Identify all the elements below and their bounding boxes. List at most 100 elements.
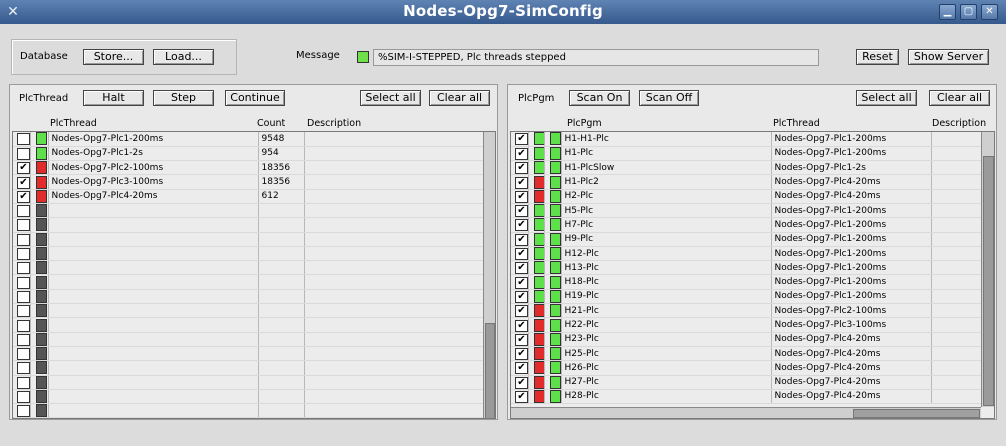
table-row[interactable]: ✔ Nodes-Opg7-Plc2-100ms 18356 bbox=[13, 160, 484, 176]
table-row[interactable] bbox=[13, 317, 484, 333]
row-checkbox[interactable] bbox=[17, 248, 29, 260]
plcpgm-hscroll-thumb[interactable] bbox=[853, 409, 980, 418]
table-row[interactable] bbox=[13, 232, 484, 247]
plcthread-clear-all-button[interactable]: Clear all bbox=[429, 90, 490, 106]
row-checkbox[interactable] bbox=[17, 405, 29, 417]
row-checkbox[interactable] bbox=[17, 305, 29, 317]
load-button[interactable]: Load... bbox=[153, 49, 214, 65]
continue-button[interactable]: Continue bbox=[225, 90, 285, 106]
table-row[interactable]: ✔ H2-Plc Nodes-Opg7-Plc4-20ms bbox=[511, 189, 982, 204]
table-row[interactable]: ✔ H18-Plc Nodes-Opg7-Plc1-200ms bbox=[511, 274, 982, 290]
table-row[interactable] bbox=[13, 375, 484, 390]
row-checkbox[interactable]: ✔ bbox=[515, 262, 527, 274]
table-row[interactable] bbox=[13, 332, 484, 347]
table-row[interactable]: Nodes-Opg7-Plc1-200ms 9548 bbox=[13, 132, 484, 147]
table-row[interactable]: ✔ Nodes-Opg7-Plc4-20ms 612 bbox=[13, 189, 484, 204]
row-checkbox[interactable] bbox=[17, 276, 29, 289]
row-checkbox[interactable] bbox=[17, 147, 29, 160]
row-checkbox[interactable]: ✔ bbox=[515, 305, 527, 317]
table-row[interactable]: ✔ H22-Plc Nodes-Opg7-Plc3-100ms bbox=[511, 317, 982, 333]
row-checkbox[interactable] bbox=[17, 348, 29, 360]
table-row[interactable]: ✔ H21-Plc Nodes-Opg7-Plc2-100ms bbox=[511, 303, 982, 319]
row-checkbox[interactable]: ✔ bbox=[515, 205, 527, 217]
table-row[interactable] bbox=[13, 346, 484, 362]
show-server-button[interactable]: Show Server bbox=[908, 49, 989, 65]
minimize-icon[interactable]: ▁ bbox=[939, 4, 956, 20]
row-checkbox[interactable] bbox=[17, 319, 29, 332]
row-checkbox[interactable] bbox=[17, 262, 29, 274]
row-checkbox[interactable]: ✔ bbox=[515, 162, 527, 174]
table-row[interactable]: ✔ H28-Plc Nodes-Opg7-Plc4-20ms bbox=[511, 389, 982, 405]
table-row[interactable] bbox=[13, 260, 484, 276]
table-row[interactable]: ✔ H26-Plc Nodes-Opg7-Plc4-20ms bbox=[511, 360, 982, 376]
reset-button[interactable]: Reset bbox=[856, 49, 899, 65]
table-row[interactable] bbox=[13, 274, 484, 290]
row-checkbox[interactable]: ✔ bbox=[515, 133, 527, 146]
row-checkbox[interactable]: ✔ bbox=[515, 333, 527, 346]
row-checkbox[interactable] bbox=[17, 219, 29, 232]
row-checkbox[interactable] bbox=[17, 376, 29, 389]
table-row[interactable] bbox=[13, 289, 484, 305]
table-row[interactable]: Nodes-Opg7-Plc1-2s 954 bbox=[13, 146, 484, 162]
table-row[interactable]: ✔ H23-Plc Nodes-Opg7-Plc4-20ms bbox=[511, 332, 982, 347]
table-row[interactable]: ✔ H27-Plc Nodes-Opg7-Plc4-20ms bbox=[511, 375, 982, 390]
step-button[interactable]: Step bbox=[153, 90, 214, 106]
row-checkbox[interactable]: ✔ bbox=[17, 176, 29, 189]
table-row[interactable]: ✔ H1-Plc2 Nodes-Opg7-Plc4-20ms bbox=[511, 174, 982, 190]
store-button[interactable]: Store... bbox=[83, 49, 144, 65]
row-checkbox[interactable] bbox=[17, 233, 29, 246]
row-checkbox[interactable]: ✔ bbox=[515, 219, 527, 232]
row-checkbox[interactable]: ✔ bbox=[515, 190, 527, 203]
row-checkbox[interactable] bbox=[17, 205, 29, 217]
maximize-icon[interactable]: ▢ bbox=[960, 4, 977, 20]
row-checkbox[interactable] bbox=[17, 362, 29, 375]
plcpgm-select-all-button[interactable]: Select all bbox=[856, 90, 917, 106]
row-checkbox[interactable] bbox=[17, 133, 29, 146]
scan-on-button[interactable]: Scan On bbox=[569, 90, 630, 106]
table-row[interactable] bbox=[13, 303, 484, 319]
table-row[interactable]: ✔ H9-Plc Nodes-Opg7-Plc1-200ms bbox=[511, 232, 982, 247]
table-row[interactable]: ✔ H19-Plc Nodes-Opg7-Plc1-200ms bbox=[511, 289, 982, 305]
table-row[interactable] bbox=[13, 360, 484, 376]
table-row[interactable]: ✔ H13-Plc Nodes-Opg7-Plc1-200ms bbox=[511, 260, 982, 276]
row-checkbox[interactable] bbox=[17, 333, 29, 346]
table-row[interactable] bbox=[13, 403, 484, 418]
table-row[interactable]: ✔ H1-H1-Plc Nodes-Opg7-Plc1-200ms bbox=[511, 132, 982, 147]
table-row[interactable]: ✔ H25-Plc Nodes-Opg7-Plc4-20ms bbox=[511, 346, 982, 362]
row-checkbox[interactable]: ✔ bbox=[515, 390, 527, 403]
row-checkbox[interactable]: ✔ bbox=[515, 248, 527, 260]
table-row[interactable]: ✔ H12-Plc Nodes-Opg7-Plc1-200ms bbox=[511, 246, 982, 262]
row-checkbox[interactable]: ✔ bbox=[515, 176, 527, 189]
row-checkbox[interactable]: ✔ bbox=[515, 147, 527, 160]
plcthread-vscrollbar[interactable] bbox=[483, 132, 495, 418]
table-row[interactable]: ✔ Nodes-Opg7-Plc3-100ms 18356 bbox=[13, 174, 484, 190]
row-checkbox[interactable]: ✔ bbox=[17, 190, 29, 203]
table-row[interactable]: ✔ H1-Plc Nodes-Opg7-Plc1-200ms bbox=[511, 146, 982, 162]
plcpgm-clear-all-button[interactable]: Clear all bbox=[929, 90, 990, 106]
row-checkbox[interactable]: ✔ bbox=[515, 319, 527, 332]
scan-off-button[interactable]: Scan Off bbox=[639, 90, 699, 106]
table-row[interactable]: ✔ H7-Plc Nodes-Opg7-Plc1-200ms bbox=[511, 217, 982, 233]
table-row[interactable] bbox=[13, 246, 484, 262]
table-row[interactable] bbox=[13, 217, 484, 233]
table-row[interactable]: ✔ H1-PlcSlow Nodes-Opg7-Plc1-2s bbox=[511, 160, 982, 176]
row-checkbox[interactable]: ✔ bbox=[515, 233, 527, 246]
row-checkbox[interactable] bbox=[17, 390, 29, 403]
table-row[interactable] bbox=[13, 203, 484, 219]
table-row[interactable] bbox=[13, 389, 484, 405]
plcpgm-vscrollbar[interactable] bbox=[981, 132, 994, 407]
plcthread-select-all-button[interactable]: Select all bbox=[360, 90, 421, 106]
plcpgm-vscroll-thumb[interactable] bbox=[983, 156, 994, 406]
row-checkbox[interactable]: ✔ bbox=[515, 290, 527, 303]
table-row[interactable]: ✔ H5-Plc Nodes-Opg7-Plc1-200ms bbox=[511, 203, 982, 219]
close-icon[interactable]: ✕ bbox=[981, 4, 998, 20]
halt-button[interactable]: Halt bbox=[83, 90, 144, 106]
row-checkbox[interactable]: ✔ bbox=[515, 362, 527, 375]
plcthread-vscroll-thumb[interactable] bbox=[485, 323, 495, 418]
row-checkbox[interactable]: ✔ bbox=[515, 276, 527, 289]
row-checkbox[interactable]: ✔ bbox=[515, 376, 527, 389]
row-checkbox[interactable]: ✔ bbox=[515, 348, 527, 360]
row-checkbox[interactable] bbox=[17, 290, 29, 303]
row-checkbox[interactable]: ✔ bbox=[17, 162, 29, 174]
plcpgm-hscrollbar[interactable] bbox=[511, 407, 981, 418]
